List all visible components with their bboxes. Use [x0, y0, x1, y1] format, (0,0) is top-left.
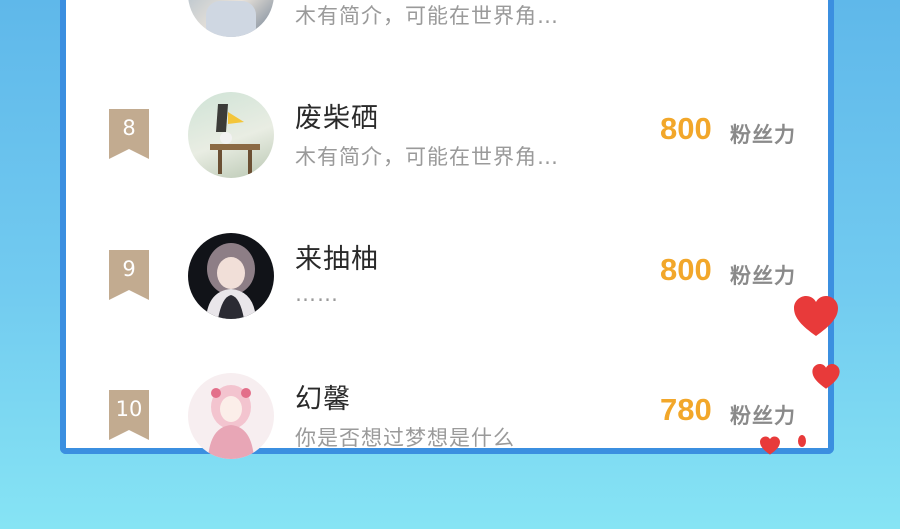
rank-badge-icon: 8 [109, 109, 149, 159]
heart-icon [798, 435, 806, 447]
fan-score: 800 [660, 111, 712, 146]
avatar[interactable] [188, 233, 274, 319]
rank-number: 8 [122, 116, 136, 140]
heart-icon [794, 296, 838, 336]
fan-ranking-card: 木有简介，可能在世界角… 8 废柴硒 木有简介，可能在世界角… 800 粉丝力 … [60, 0, 834, 459]
rank-badge-icon: 10 [109, 390, 149, 440]
user-name[interactable]: 来抽柚 [295, 237, 379, 276]
ranking-row[interactable]: 10 幻馨 你是否想过梦想是什么 780 粉丝力 [66, 356, 828, 496]
fan-score-unit: 粉丝力 [730, 264, 796, 288]
rank-badge-icon: 9 [109, 250, 149, 300]
user-bio: 木有简介，可能在世界角… [295, 4, 559, 28]
user-bio: 木有简介，可能在世界角… [295, 145, 559, 169]
avatar[interactable] [188, 0, 274, 37]
user-name[interactable]: 废柴硒 [295, 96, 379, 135]
rank-number: 9 [122, 257, 136, 281]
user-bio: 你是否想过梦想是什么 [295, 426, 515, 450]
fan-score-unit: 粉丝力 [730, 123, 796, 147]
user-bio: …… [295, 282, 339, 306]
fan-score: 800 [660, 252, 712, 287]
ranking-row[interactable]: 9 来抽柚 …… 800 粉丝力 [66, 216, 828, 356]
heart-icon [760, 436, 780, 455]
fan-score-unit: 粉丝力 [730, 404, 796, 428]
fan-score: 780 [660, 392, 712, 427]
avatar[interactable] [188, 373, 274, 459]
user-name[interactable]: 幻馨 [295, 377, 351, 416]
ranking-row[interactable]: 8 废柴硒 木有简介，可能在世界角… 800 粉丝力 [66, 75, 828, 215]
ranking-row[interactable]: 木有简介，可能在世界角… [66, 0, 828, 74]
rank-number: 10 [115, 397, 143, 421]
heart-icon [812, 364, 840, 389]
avatar[interactable] [188, 92, 274, 178]
